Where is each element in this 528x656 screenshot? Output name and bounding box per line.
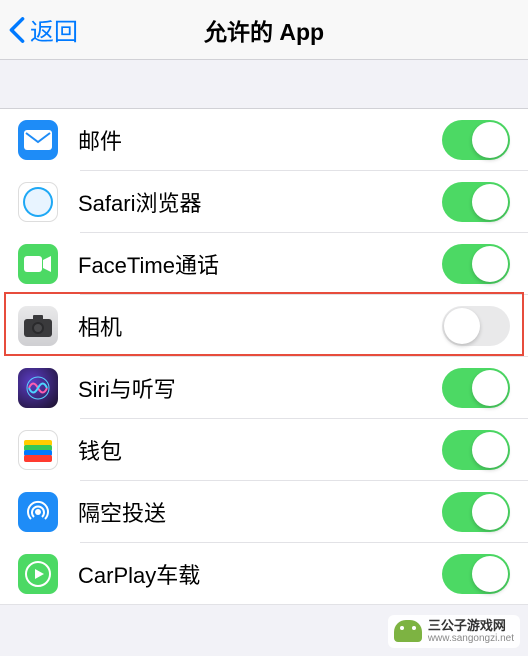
app-list: 邮件 Safari浏览器 FaceTime通话相机 Siri与听写钱包隔空投送 CarP… [0,108,528,605]
toggle-camera[interactable] [442,306,510,346]
toggle-carplay[interactable] [442,554,510,594]
chevron-left-icon [8,16,26,44]
app-row-carplay: CarPlay车载 [0,543,528,605]
app-row-safari: Safari浏览器 [0,171,528,233]
app-row-mail: 邮件 [0,109,528,171]
app-row-facetime: FaceTime通话 [0,233,528,295]
app-row-wallet: 钱包 [0,419,528,481]
app-label: CarPlay车载 [78,558,442,590]
navbar: 返回 允许的 App [0,0,528,60]
toggle-mail[interactable] [442,120,510,160]
app-row-airdrop: 隔空投送 [0,481,528,543]
camera-icon [18,306,58,346]
back-button[interactable]: 返回 [0,12,78,47]
mail-icon [18,120,58,160]
app-label: 邮件 [78,124,442,156]
app-label: 相机 [78,310,442,342]
facetime-icon [18,244,58,284]
app-row-siri: Siri与听写 [0,357,528,419]
siri-icon [18,368,58,408]
watermark-sub: www.sangongzi.net [428,633,514,644]
toggle-airdrop[interactable] [442,492,510,532]
page-title: 允许的 App [0,13,528,47]
toggle-siri[interactable] [442,368,510,408]
toggle-safari[interactable] [442,182,510,222]
toggle-facetime[interactable] [442,244,510,284]
app-label: FaceTime通话 [78,248,442,280]
section-spacer [0,60,528,108]
app-label: Siri与听写 [78,372,442,404]
watermark-main: 三公子游戏网 [428,619,514,633]
app-label: Safari浏览器 [78,186,442,218]
airdrop-icon [18,492,58,532]
back-label: 返回 [30,12,78,47]
app-row-camera: 相机 [0,295,528,357]
carplay-icon [18,554,58,594]
watermark-logo-icon [394,620,422,642]
app-label: 钱包 [78,434,442,466]
safari-icon [18,182,58,222]
wallet-icon [18,430,58,470]
watermark: 三公子游戏网 www.sangongzi.net [388,615,520,648]
toggle-wallet[interactable] [442,430,510,470]
app-label: 隔空投送 [78,496,442,528]
